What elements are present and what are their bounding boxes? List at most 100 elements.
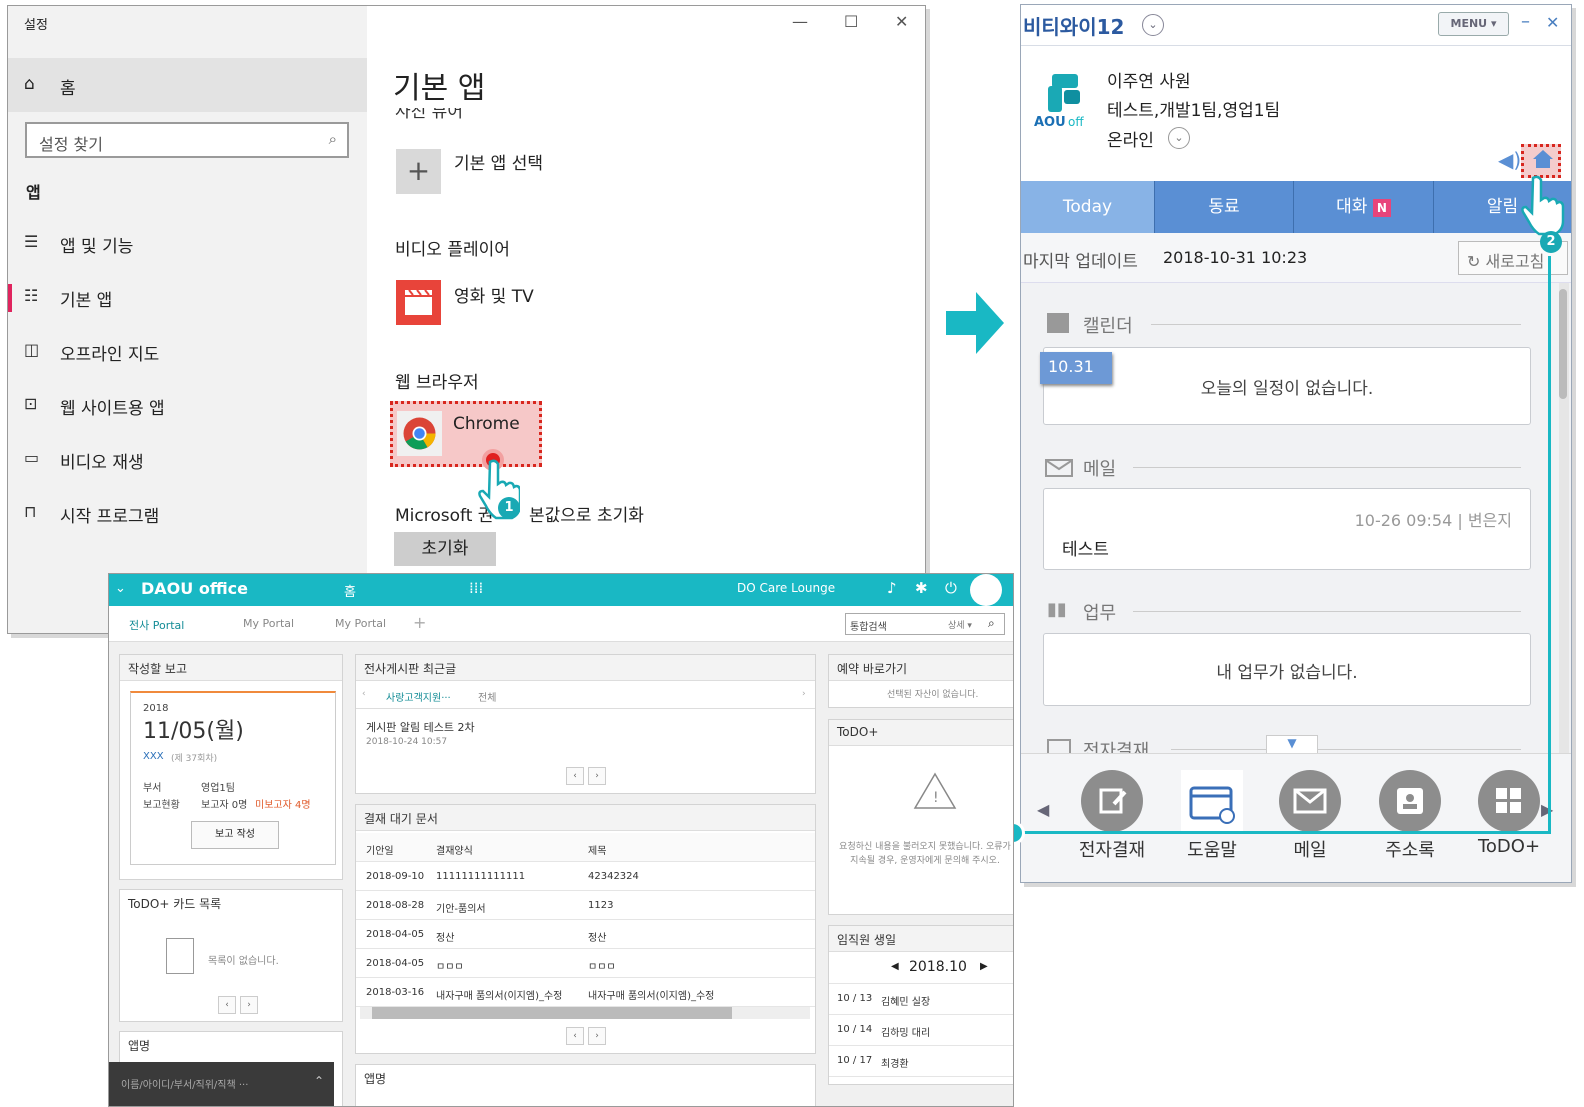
close-button[interactable]: ✕ — [895, 12, 908, 31]
maximize-button[interactable]: ☐ — [844, 12, 858, 31]
home-icon[interactable] — [1532, 149, 1554, 169]
table-row[interactable]: 2018-08-28 기안-품의서 1123 — [356, 891, 815, 920]
minimize-button[interactable]: — — [792, 12, 808, 31]
divider — [1171, 749, 1521, 750]
nav-offline-maps[interactable]: ◫ 오프라인 지도 — [8, 332, 367, 372]
settings-search-input[interactable]: 설정 찾기 ⌕ — [25, 122, 349, 158]
table-row[interactable]: 2018-09-10 11111111111111 42342324 — [356, 862, 815, 891]
new-badge: N — [1372, 199, 1391, 217]
daou-logo[interactable]: DAOU office — [141, 579, 248, 598]
prev-page-button[interactable]: ‹ — [566, 1027, 584, 1045]
cell: 정산 — [436, 933, 455, 944]
chrome-label[interactable]: Chrome — [453, 414, 520, 434]
cell: ㅁㅁㅁ — [588, 962, 616, 973]
prev-month-icon[interactable]: ◀ — [891, 961, 899, 972]
nav-video-playback[interactable]: ▭ 비디오 재생 — [8, 440, 367, 480]
nav-apps-features[interactable]: ☰ 앱 및 기능 — [8, 224, 367, 264]
board-post-title[interactable]: 게시판 알림 테스트 2차 — [366, 719, 475, 735]
plus-icon[interactable]: + — [396, 149, 441, 194]
nav-default-apps[interactable]: ☷ 기본 앱 — [8, 278, 367, 318]
status-value: 보고자 0명 — [201, 800, 248, 811]
care-lounge-link[interactable]: DO Care Lounge — [737, 581, 835, 595]
search-icon[interactable]: ⌕ — [988, 616, 995, 631]
nav-startup[interactable]: ⊓ 시작 프로그램 — [8, 494, 367, 534]
add-tab-icon[interactable]: + — [413, 613, 426, 632]
next-page-button[interactable]: › — [240, 996, 258, 1014]
choose-default-app[interactable]: 기본 앱 선택 — [454, 149, 543, 174]
birthday-row[interactable]: 10 / 14 김하밍 대리 — [829, 1015, 1013, 1046]
prev-page-button[interactable]: ‹ — [566, 767, 584, 785]
menu-button[interactable]: MENU ▾ — [1438, 12, 1509, 36]
nav-apps-for-websites[interactable]: ⊡ 웹 사이트용 앱 — [8, 386, 367, 426]
chevron-down-icon[interactable]: ⌄ — [115, 581, 126, 596]
report-name[interactable]: XXX — [143, 751, 164, 762]
tab-company-portal[interactable]: 전사 Portal — [129, 617, 184, 633]
next-page-button[interactable]: › — [588, 767, 606, 785]
tab-prev-icon[interactable]: ‹ — [362, 689, 366, 699]
tab-today[interactable]: Today — [1021, 181, 1155, 233]
status-chevron-icon[interactable]: ⌄ — [1168, 127, 1190, 149]
task-card[interactable]: 내 업무가 없습니다. — [1043, 633, 1531, 706]
tab-chat-label: 대화 — [1336, 197, 1368, 217]
birthday-row[interactable]: 10 / 13 김혜민 실장 — [829, 984, 1013, 1015]
birthday-panel: 임직원 생일 ◀ 2018.10 ▶ 10 / 13 김혜민 실장 10 / 14… — [828, 925, 1013, 1085]
search-detail-dropdown[interactable]: 상세 ▾ — [948, 618, 972, 631]
dock-label-approval: 전자결재 — [1078, 840, 1146, 861]
dock-prev-icon[interactable]: ◀ — [1037, 800, 1049, 819]
reset-text-suffix: 본값으로 초기화 — [529, 506, 644, 526]
divider — [1133, 467, 1521, 468]
svg-text:!: ! — [933, 790, 939, 806]
tab-my-portal-2[interactable]: My Portal — [335, 617, 386, 630]
tab-next-icon[interactable]: › — [802, 689, 806, 699]
col-subject: 제목 — [588, 846, 607, 857]
chevron-up-icon[interactable]: ⌃ — [314, 1074, 324, 1088]
settings-sidebar: 설정 ⌂ 홈 설정 찾기 ⌕ 앱 ☰ 앱 및 기능 ☷ 기본 앱 ◫ 오프라인 지도 … — [8, 6, 367, 633]
board-tab-2[interactable]: 전체 — [478, 689, 496, 704]
approval-app-icon[interactable] — [1081, 770, 1143, 832]
gear-icon[interactable]: ✱ — [915, 579, 928, 597]
tab-chat[interactable]: 대화 N — [1294, 181, 1434, 233]
tab-my-portal-1[interactable]: My Portal — [243, 617, 294, 630]
movies-tv-label[interactable]: 영화 및 TV — [454, 282, 534, 307]
unreported-count[interactable]: 미보고자 4명 — [255, 796, 311, 811]
power-icon[interactable]: ⏻ — [945, 579, 957, 597]
table-header: 기안일 결재양식 제목 — [356, 833, 815, 862]
expand-toggle-icon[interactable]: ▼ — [1266, 735, 1318, 753]
address-book-app-icon[interactable] — [1379, 770, 1441, 832]
board-tab-1[interactable]: 사랑고객지원··· — [386, 689, 451, 704]
photo-viewer-heading: 사진 뷰어 — [395, 108, 463, 120]
tab-colleagues[interactable]: 동료 — [1155, 181, 1294, 233]
help-app-icon[interactable] — [1181, 770, 1243, 832]
todo-app-icon[interactable] — [1478, 770, 1540, 832]
horizontal-scrollbar[interactable] — [360, 1007, 810, 1019]
tab-home[interactable]: 홈 — [344, 581, 356, 600]
reset-button[interactable]: 초기화 — [394, 532, 496, 566]
mail-app-icon[interactable] — [1279, 770, 1341, 832]
table-row[interactable]: 2018-04-05 ㅁㅁㅁ ㅁㅁㅁ — [356, 949, 815, 978]
dept-value: 영업1팀 — [201, 783, 235, 794]
birthday-row[interactable]: 10 / 17 최경환 — [829, 1046, 1013, 1077]
next-page-button[interactable]: › — [588, 1027, 606, 1045]
avatar[interactable] — [970, 574, 1002, 606]
chrome-icon[interactable] — [397, 411, 442, 456]
calendar-card[interactable]: 10.31 오늘의 일정이 없습니다. — [1040, 347, 1531, 425]
user-status[interactable]: 온라인 — [1107, 126, 1154, 151]
speaker-icon[interactable]: ◀) — [1498, 148, 1521, 172]
bell-icon[interactable]: ♪ — [887, 579, 897, 597]
minimize-button[interactable]: – — [1521, 11, 1530, 32]
people-search-bar[interactable]: 이름/아이디/부서/직위/직책 ··· ⌃ — [109, 1062, 334, 1106]
table-row[interactable]: 2018-04-05 정산 정산 — [356, 920, 815, 949]
movies-tv-icon[interactable] — [396, 280, 441, 325]
dock-label-mail: 메일 — [1293, 840, 1327, 861]
apps-grid-icon[interactable]: ⁞⁞⁞ — [469, 579, 483, 597]
unified-search-input[interactable]: 통합검색 상세 ▾ ⌕ — [845, 613, 1005, 635]
scrollbar[interactable] — [1559, 283, 1569, 753]
mail-card[interactable]: 10-26 09:54 | 변은지 테스트 — [1043, 488, 1531, 570]
table-row[interactable]: 2018-03-16 내자구매 품의서(이지엠)_수정 내자구매 품의서(이지엠)_… — [356, 978, 815, 1007]
write-report-button[interactable]: 보고 작성 — [191, 821, 279, 849]
nav-home[interactable]: ⌂ 홈 — [8, 58, 367, 112]
chevron-down-icon[interactable]: ⌄ — [1142, 14, 1164, 36]
next-month-icon[interactable]: ▶ — [980, 961, 988, 972]
close-button[interactable]: ✕ — [1546, 13, 1559, 32]
prev-page-button[interactable]: ‹ — [218, 996, 236, 1014]
